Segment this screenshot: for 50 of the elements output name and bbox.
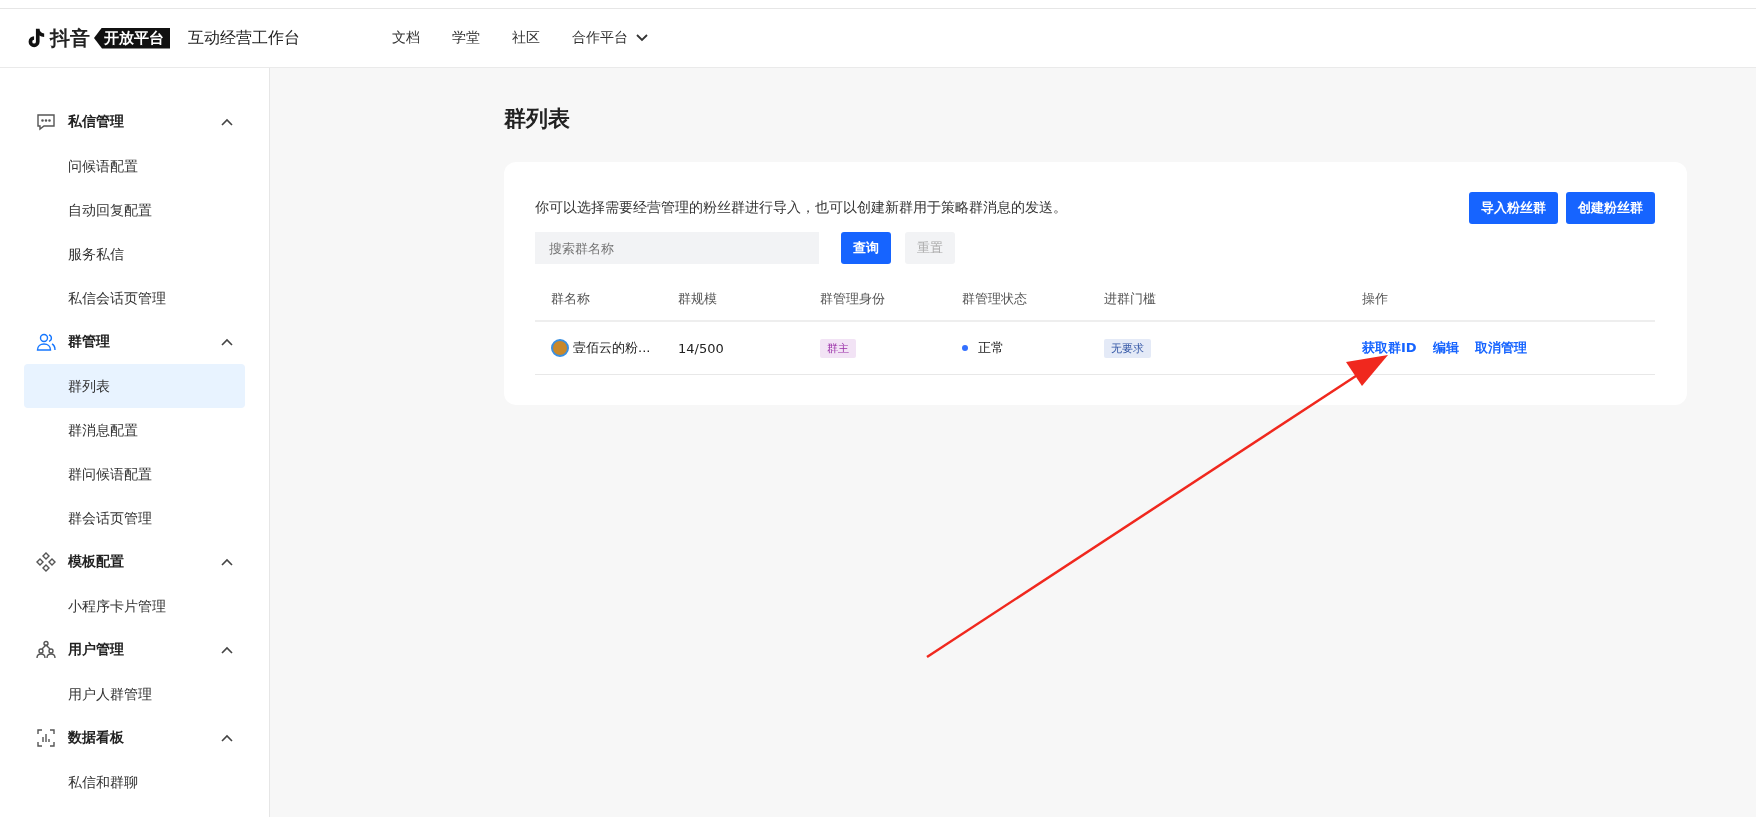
query-button[interactable]: 查询	[841, 232, 891, 264]
nav-link[interactable]: 合作平台	[572, 29, 648, 47]
chevron-icon[interactable]	[221, 646, 233, 654]
role-tag: 群主	[820, 339, 856, 358]
menu-group-title[interactable]: 私信管理	[68, 113, 221, 131]
menu-item[interactable]: 服务私信	[24, 232, 245, 276]
chevron-icon[interactable]	[221, 118, 233, 126]
nav-link[interactable]: 学堂	[452, 29, 480, 47]
column-header: 操作	[1362, 290, 1389, 308]
chevron-icon[interactable]	[221, 734, 233, 742]
threshold-tag: 无要求	[1104, 339, 1151, 358]
action-button[interactable]: 创建粉丝群	[1566, 192, 1655, 224]
column-header: 群规模	[678, 290, 718, 308]
menu-group-title[interactable]: 群管理	[68, 333, 221, 351]
nav-link[interactable]: 社区	[512, 29, 540, 47]
table-action-link[interactable]: 取消管理	[1474, 339, 1527, 357]
menu-item[interactable]: 群列表	[24, 364, 245, 408]
nav-link[interactable]: 文档	[392, 29, 420, 47]
menu-item[interactable]: 用户人群管理	[24, 672, 245, 716]
menu-item[interactable]: 群问候语配置	[24, 452, 245, 496]
action-button[interactable]: 导入粉丝群	[1469, 192, 1558, 224]
table-cell: 壹佰云的粉...	[573, 339, 651, 357]
table-action-link[interactable]: 编辑	[1432, 339, 1459, 357]
product-title: 互动经营工作台	[188, 27, 300, 49]
description-text: 你可以选择需要经营管理的粉丝群进行导入，也可以创建新群用于策略群消息的发送。	[535, 199, 1067, 217]
menu-item[interactable]: 群会话页管理	[24, 496, 245, 540]
table-action-link[interactable]: 获取群ID	[1362, 339, 1417, 357]
menu-group-title[interactable]: 用户管理	[68, 641, 221, 659]
menu-item[interactable]: 问候语配置	[24, 144, 245, 188]
menu-group-title[interactable]: 模板配置	[68, 553, 221, 571]
menu-group-title[interactable]: 数据看板	[68, 729, 221, 747]
status-text: 正常	[978, 339, 1004, 357]
menu-item[interactable]: 自动回复配置	[24, 188, 245, 232]
page-title: 群列表	[504, 105, 571, 133]
avatar-icon	[551, 339, 569, 357]
chevron-icon[interactable]	[221, 558, 233, 566]
column-header: 群名称	[550, 290, 591, 308]
table-cell-text: 14/500	[678, 340, 725, 356]
chevron-down-icon[interactable]	[636, 34, 648, 42]
menu-item[interactable]: 私信和群聊	[24, 760, 245, 804]
search-field[interactable]: 搜索群名称	[535, 232, 819, 264]
menu-item[interactable]: 群消息配置	[24, 408, 245, 452]
logo-badge: 开放平台	[94, 27, 170, 49]
menu-item[interactable]: 私信会话页管理	[24, 276, 245, 320]
column-header: 群管理状态	[962, 290, 1028, 308]
logo-text: 抖音	[50, 24, 90, 52]
column-header: 进群门槛	[1104, 290, 1157, 308]
menu-item[interactable]: 小程序卡片管理	[24, 584, 245, 628]
chevron-icon[interactable]	[221, 338, 233, 346]
column-header: 群管理身份	[820, 290, 886, 308]
